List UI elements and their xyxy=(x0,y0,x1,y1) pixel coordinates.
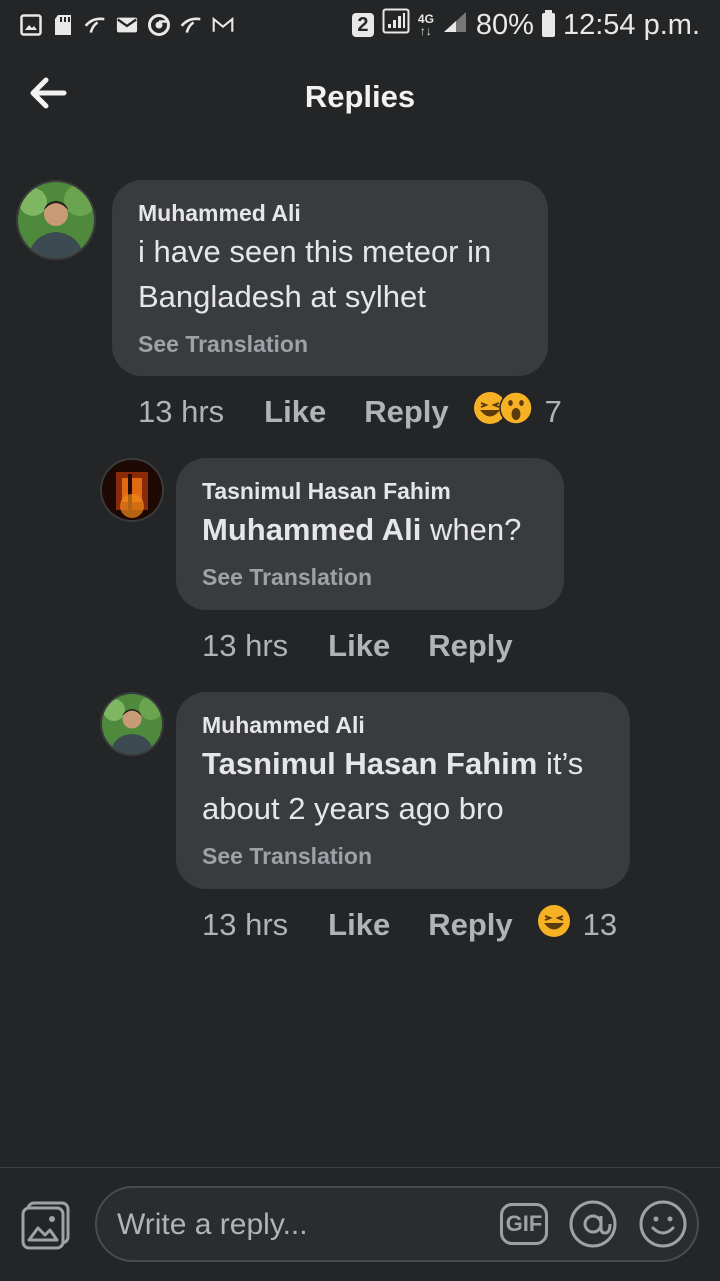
avatar[interactable] xyxy=(100,458,164,522)
clock: 12:54 p.m. xyxy=(562,8,700,41)
like-button[interactable]: Like xyxy=(264,394,326,430)
comment-bubble[interactable]: Muhammed Ali Tasnimul Hasan Fahim it’s a… xyxy=(176,692,630,889)
reply-button[interactable]: Reply xyxy=(364,394,448,430)
gif-button[interactable]: GIF xyxy=(500,1203,548,1245)
header: Replies xyxy=(0,55,720,140)
battery-percent: 80% xyxy=(475,8,534,41)
system-indicators: 2 4G ↑↓ 80% 12:54 p.m. xyxy=(351,8,700,42)
comment-text: Muhammed Ali when? xyxy=(202,507,552,552)
telenor-icon xyxy=(84,14,106,36)
reply-button[interactable]: Reply xyxy=(428,907,512,943)
comment-author[interactable]: Muhammed Ali xyxy=(138,200,301,227)
reply-composer: Write a reply... GIF xyxy=(0,1167,720,1281)
see-translation-link[interactable]: See Translation xyxy=(202,843,372,870)
see-translation-link[interactable]: See Translation xyxy=(202,564,372,591)
reply-placeholder: Write a reply... xyxy=(117,1208,308,1241)
comment-bubble[interactable]: Tasnimul Hasan Fahim Muhammed Ali when? … xyxy=(176,458,564,610)
notification-icons xyxy=(20,10,234,40)
comment-time: 13 hrs xyxy=(138,394,225,429)
like-button[interactable]: Like xyxy=(328,907,390,943)
comment-author[interactable]: Muhammed Ali xyxy=(202,712,365,739)
emoji-icon[interactable] xyxy=(638,1199,688,1249)
reply-button[interactable]: Reply xyxy=(428,628,512,664)
cell-signal-icon xyxy=(442,9,468,42)
network-type-label: 4G xyxy=(417,12,434,26)
comment-author[interactable]: Tasnimul Hasan Fahim xyxy=(202,478,451,505)
sim-badge: 2 xyxy=(351,13,374,37)
battery-icon xyxy=(541,10,555,37)
avatar[interactable] xyxy=(16,180,96,260)
comment-time: 13 hrs xyxy=(202,907,289,942)
mail-icon xyxy=(116,14,138,36)
reactions[interactable]: 7 xyxy=(473,391,562,433)
telenor-icon-2 xyxy=(180,14,202,36)
page-title: Replies xyxy=(304,79,416,114)
mention-link[interactable]: Tasnimul Hasan Fahim xyxy=(202,746,537,781)
mention-at-icon[interactable] xyxy=(568,1199,618,1249)
comment-text: i have seen this meteor in Bangladesh at… xyxy=(138,234,492,314)
like-button[interactable]: Like xyxy=(328,628,390,664)
network-type: 4G ↑↓ xyxy=(417,12,434,38)
wow-emoji-icon xyxy=(498,391,533,433)
reactions[interactable]: 13 xyxy=(537,904,617,946)
reaction-count: 7 xyxy=(544,394,562,429)
chrome-icon xyxy=(148,14,170,36)
avatar[interactable] xyxy=(100,692,164,756)
sd-card-icon xyxy=(52,14,74,36)
comment-actions: 13 hrs Like Reply 7 xyxy=(138,391,562,433)
gmail-icon xyxy=(212,14,234,36)
signal-icon xyxy=(382,8,410,42)
laughing-emoji-icon xyxy=(537,904,571,946)
status-bar: 2 4G ↑↓ 80% 12:54 p.m. xyxy=(0,0,720,50)
comment-actions: 13 hrs Like Reply xyxy=(202,626,551,666)
comment-bubble[interactable]: Muhammed Ali i have seen this meteor in … xyxy=(112,180,548,376)
comment-time: 13 hrs xyxy=(202,628,289,663)
mention-link[interactable]: Muhammed Ali xyxy=(202,512,421,547)
photo-icon[interactable] xyxy=(20,1200,72,1250)
reply-input[interactable]: Write a reply... GIF xyxy=(95,1186,699,1262)
see-translation-link[interactable]: See Translation xyxy=(138,331,308,358)
comment-text: Tasnimul Hasan Fahim it’s about 2 years … xyxy=(202,741,622,831)
comment-body: when? xyxy=(429,512,522,547)
gallery-icon xyxy=(20,14,42,36)
comment-actions: 13 hrs Like Reply 13 xyxy=(202,905,617,945)
reaction-count: 13 xyxy=(582,907,618,942)
